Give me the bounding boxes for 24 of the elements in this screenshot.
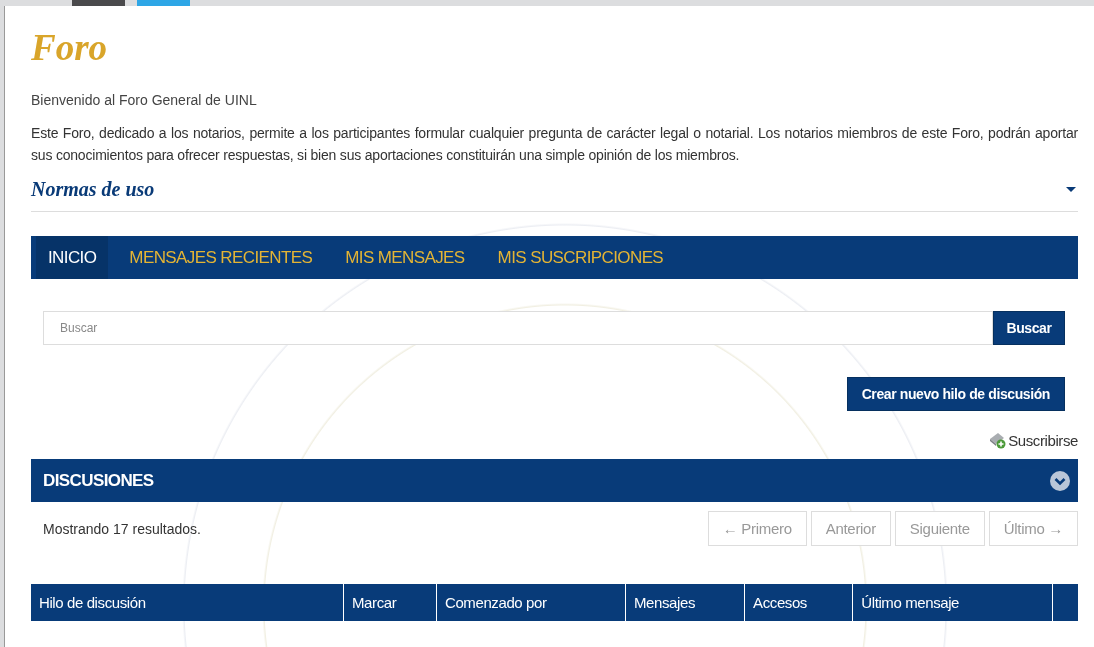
column-header: Hilo de discusión [31, 584, 344, 621]
search-field[interactable]: Buscar [43, 311, 993, 345]
subscribe-link[interactable]: Suscribirse [1008, 431, 1078, 449]
column-header: Comenzado por [436, 584, 626, 621]
intro-paragraph: Este Foro, dedicado a los notarios, permite a los participantes formular cualquier pregunta de carácter legal o notarial. Los notarios miembros de este Foro, podrán aportar sus conocimientos para ofrecer respuestas, si bien sus aportaciones constituirán una simple opinión de los miembros. [31, 124, 1078, 165]
column-header: Último mensaje [852, 584, 1053, 621]
section-title: DISCUSIONES [43, 470, 154, 491]
nav-tab[interactable]: MENSAJES RECIENTES [117, 236, 325, 279]
nav-tab[interactable]: INICIO [36, 236, 109, 279]
column-header: Mensajes [625, 584, 745, 621]
new-thread-button[interactable]: Crear nuevo hilo de discusión [846, 377, 1065, 411]
nav-tab[interactable]: MIS MENSAJES [333, 236, 477, 279]
rules-link[interactable]: Normas de uso [31, 178, 155, 201]
column-header [1052, 584, 1078, 621]
search-button[interactable]: Buscar [993, 311, 1065, 345]
results-count: Mostrando 17 resultados. [43, 520, 201, 537]
envelope-plus-icon[interactable] [988, 431, 1007, 449]
welcome-text: Bienvenido al Foro General de UINL [31, 92, 258, 108]
chevron-icon[interactable] [1050, 470, 1070, 491]
caret-icon[interactable] [1066, 187, 1076, 192]
column-header: Marcar [343, 584, 437, 621]
nav-tab[interactable]: MIS SUSCRIPCIONES [485, 236, 676, 279]
page-title: Foro [31, 26, 108, 68]
column-header: Accesos [744, 584, 853, 621]
